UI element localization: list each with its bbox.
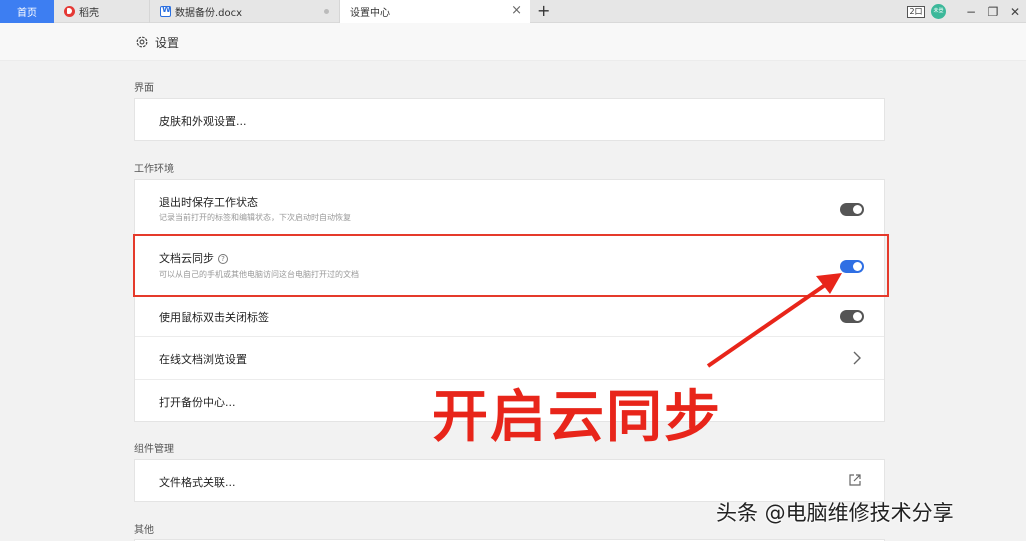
row-title: 使用鼠标双击关闭标签 (159, 311, 269, 324)
section-label-interface: 界面 (134, 83, 154, 94)
avatar[interactable]: 未登 (931, 4, 946, 19)
close-window-button[interactable]: ✕ (1004, 5, 1026, 19)
tab-bar: 首页 稻壳 数据备份.docx 设置中心 × + 2口 未登 − ❐ ✕ (0, 0, 1026, 23)
row-title: 皮肤和外观设置... (159, 115, 247, 128)
row-file-association[interactable]: 文件格式关联... (135, 460, 884, 501)
tab-home-label: 首页 (17, 8, 37, 19)
row-skin-settings[interactable]: 皮肤和外观设置... (135, 99, 884, 140)
chevron-right-icon (853, 351, 861, 365)
row-title: 文件格式关联... (159, 476, 236, 489)
word-document-icon (160, 5, 171, 17)
watermark: 头条 @电脑维修技术分享 (716, 501, 954, 525)
restore-button[interactable]: ❐ (982, 5, 1004, 19)
tab-daoke-label: 稻壳 (79, 8, 99, 19)
page-title: 设置 (155, 36, 180, 50)
minimize-button[interactable]: − (960, 5, 982, 19)
cloud-sync-label: 文档云同步 (159, 252, 214, 265)
help-icon[interactable]: ? (218, 254, 228, 264)
tab-settings[interactable]: 设置中心 × (340, 0, 530, 23)
row-title: 文档云同步? (159, 250, 228, 266)
save-state-toggle[interactable] (840, 203, 864, 216)
row-double-click-close[interactable]: 使用鼠标双击关闭标签 (135, 297, 884, 337)
double-click-close-toggle[interactable] (840, 310, 864, 323)
multi-window-icon[interactable]: 2口 (907, 5, 925, 18)
row-title: 打开备份中心... (159, 396, 236, 409)
cloud-sync-toggle[interactable] (840, 260, 864, 273)
section-label-workspace: 工作环境 (134, 164, 174, 175)
tab-home[interactable]: 首页 (0, 0, 54, 23)
section-label-components: 组件管理 (134, 444, 174, 455)
row-description: 记录当前打开的标签和编辑状态，下次启动时自动恢复 (159, 213, 351, 222)
daoke-logo-icon (64, 6, 75, 17)
gear-icon (136, 36, 148, 48)
card-components: 文件格式关联... (134, 459, 885, 502)
card-interface: 皮肤和外观设置... (134, 98, 885, 141)
row-title: 退出时保存工作状态 (159, 196, 258, 209)
unsaved-dot-icon[interactable] (324, 9, 329, 14)
settings-header: 设置 (0, 23, 1026, 61)
row-description: 可以从自己的手机或其他电脑访问这台电脑打开过的文档 (159, 270, 359, 279)
tab-document[interactable]: 数据备份.docx (150, 0, 340, 23)
tab-settings-label: 设置中心 (350, 8, 390, 19)
annotation-text: 开启云同步 (432, 385, 722, 450)
tab-daoke[interactable]: 稻壳 (54, 0, 150, 23)
window-controls: 2口 未登 − ❐ ✕ (907, 0, 1026, 23)
section-label-other: 其他 (134, 525, 154, 536)
close-tab-icon[interactable]: × (511, 3, 522, 19)
tab-document-label: 数据备份.docx (175, 8, 243, 19)
row-cloud-sync[interactable]: 文档云同步? 可以从自己的手机或其他电脑访问这台电脑打开过的文档 (135, 236, 884, 297)
row-save-state[interactable]: 退出时保存工作状态 记录当前打开的标签和编辑状态，下次启动时自动恢复 (135, 180, 884, 236)
new-tab-button[interactable]: + (537, 1, 550, 21)
row-title: 在线文档浏览设置 (159, 353, 247, 366)
external-link-icon (849, 474, 861, 486)
